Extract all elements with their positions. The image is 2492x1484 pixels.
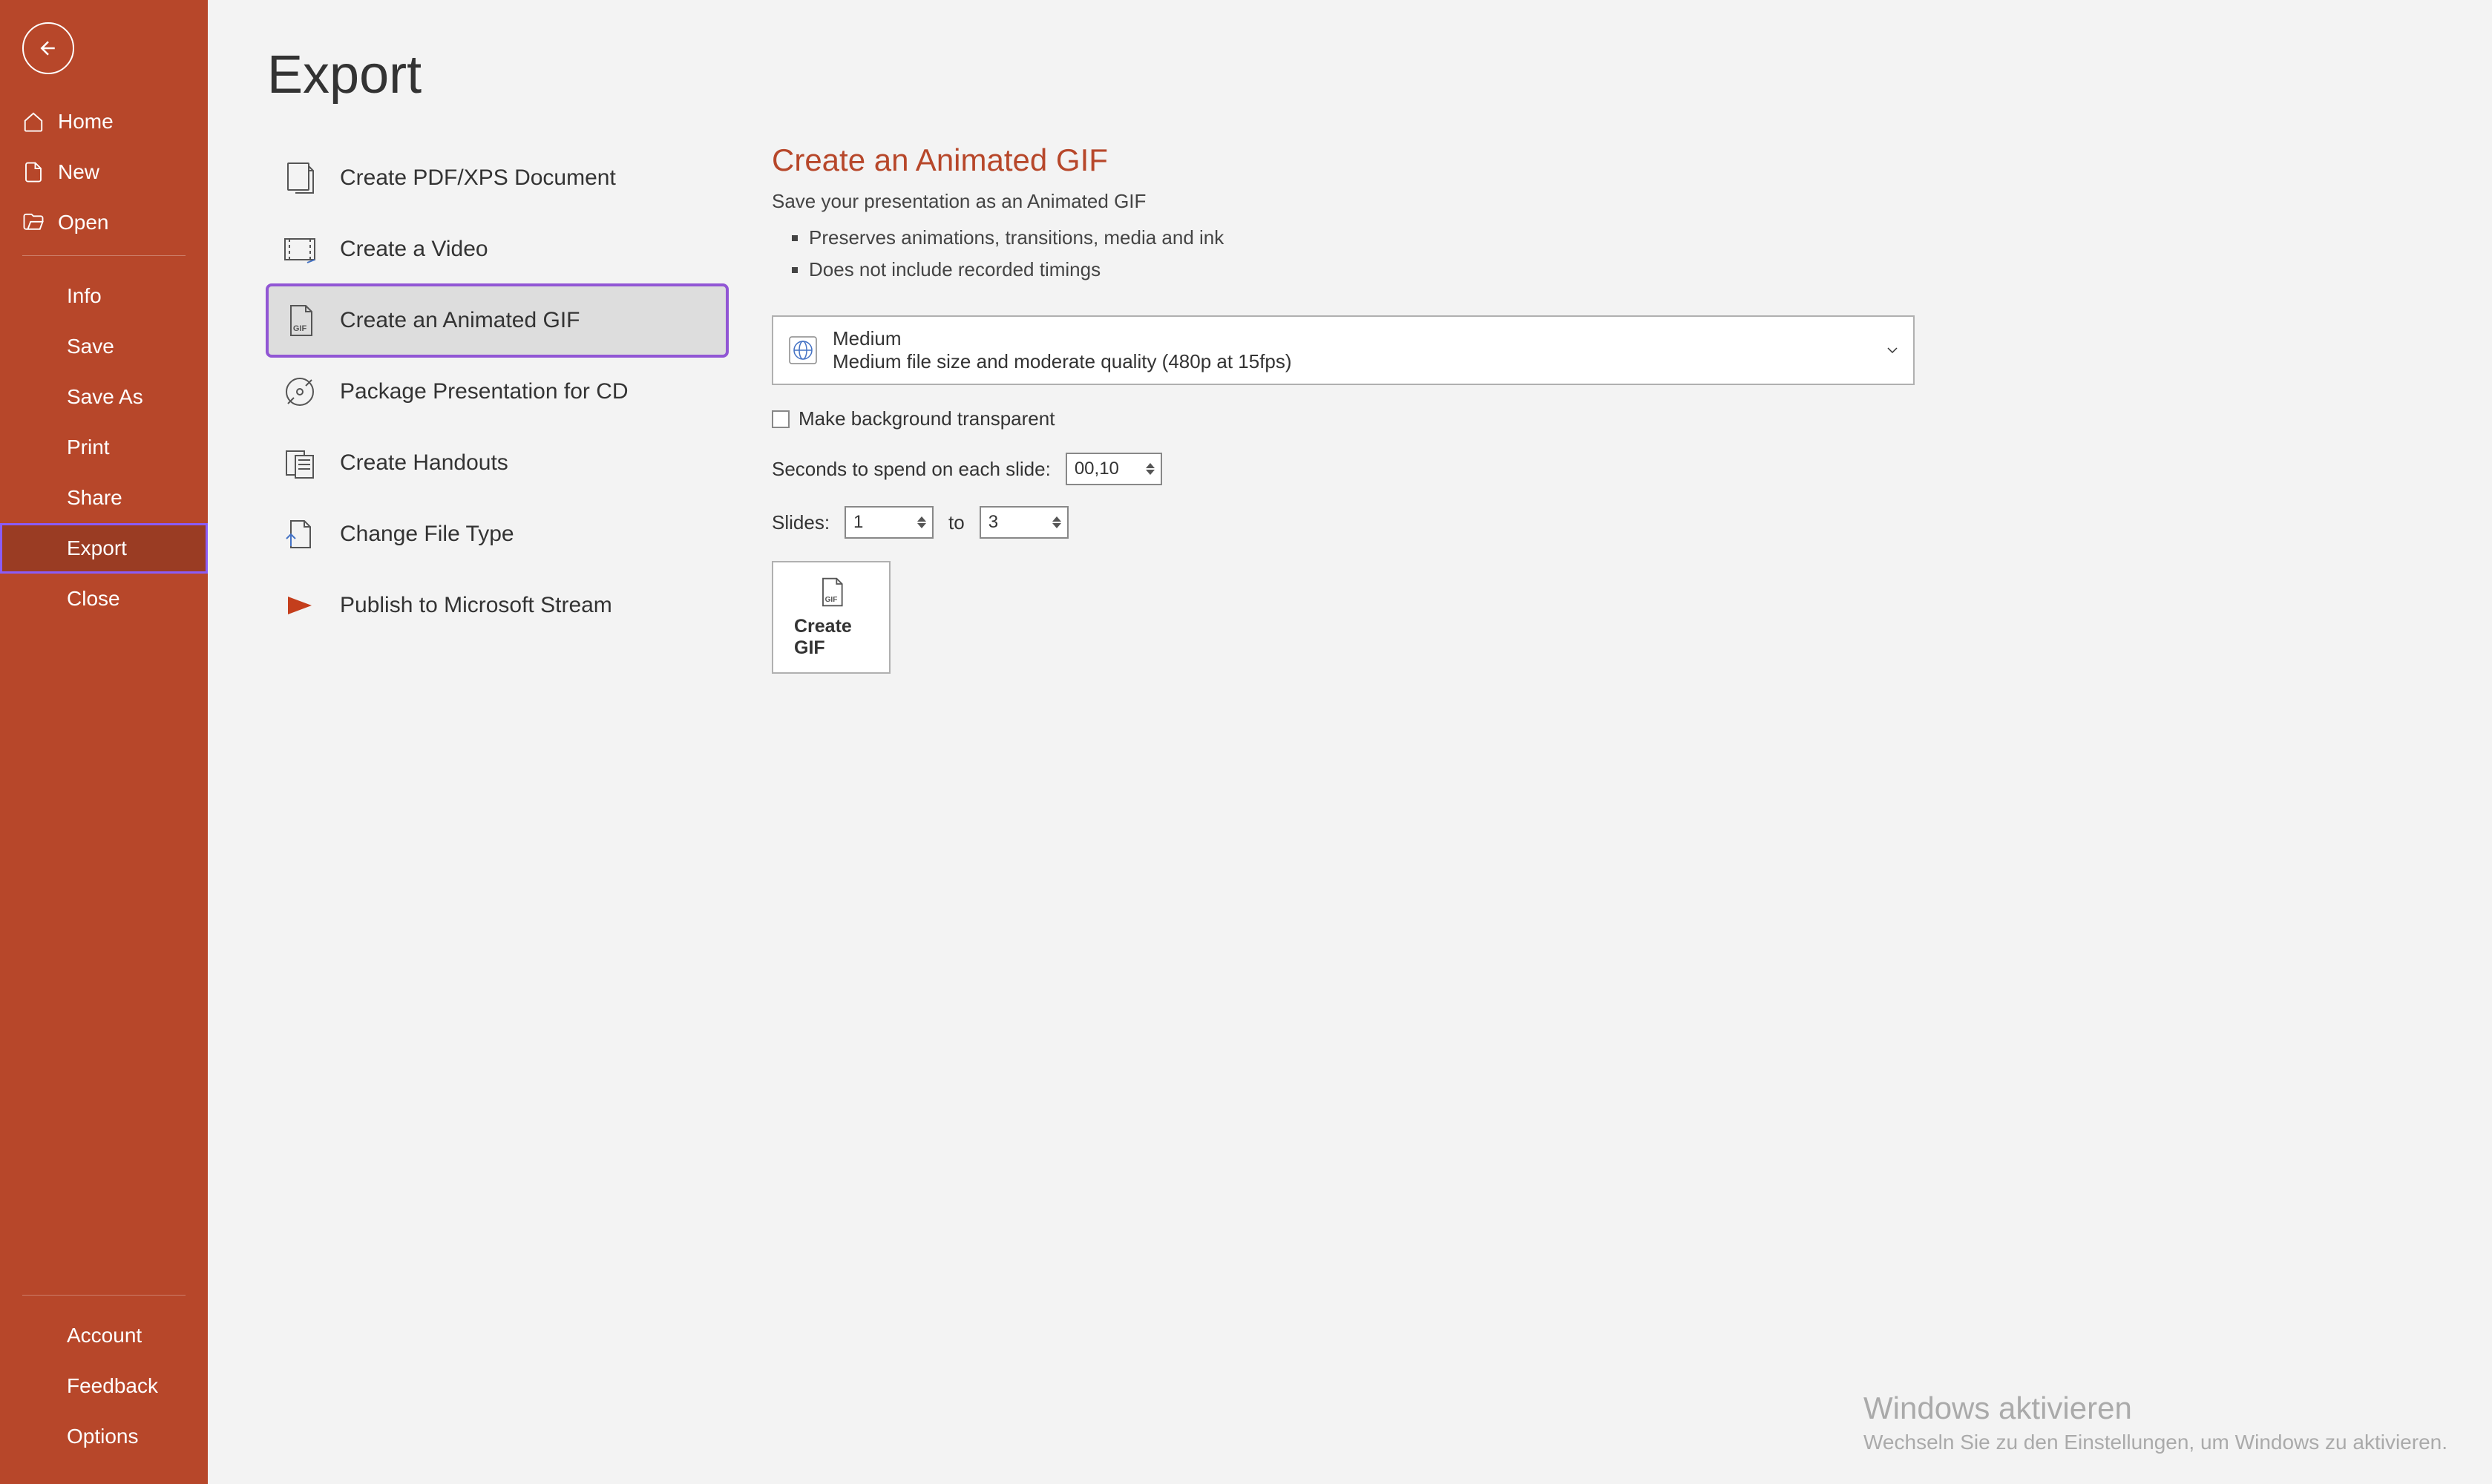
quality-description: Medium file size and moderate quality (4…	[833, 350, 1898, 373]
nav-feedback[interactable]: Feedback	[0, 1361, 208, 1411]
nav-new[interactable]: New	[0, 147, 208, 197]
video-icon	[282, 232, 318, 267]
nav-label: Feedback	[67, 1374, 158, 1398]
gif-file-icon: GIF	[815, 576, 847, 608]
slides-to-label: to	[948, 511, 965, 534]
spinner-up-icon[interactable]	[1146, 463, 1155, 468]
quality-dropdown[interactable]: Medium Medium file size and moderate qua…	[772, 315, 1915, 385]
bullet-item: Preserves animations, transitions, media…	[809, 222, 1915, 254]
windows-activation-watermark: Windows aktivieren Wechseln Sie zu den E…	[1863, 1391, 2447, 1454]
nav-label: Options	[67, 1425, 139, 1448]
option-label: Create Handouts	[340, 450, 508, 476]
nav-open[interactable]: Open	[0, 197, 208, 248]
details-title: Create an Animated GIF	[772, 142, 1915, 178]
export-options-list: Create PDF/XPS Document Create a Video G…	[267, 142, 727, 674]
spinner-down-icon[interactable]	[917, 523, 926, 528]
main-content: Export Create PDF/XPS Document Create a …	[208, 0, 2492, 1484]
option-label: Package Presentation for CD	[340, 379, 629, 404]
create-gif-button[interactable]: GIF Create GIF	[772, 561, 891, 674]
dropdown-arrow-icon	[1886, 347, 1898, 354]
transparent-checkbox-row[interactable]: Make background transparent	[772, 407, 1915, 430]
export-option-video[interactable]: Create a Video	[267, 214, 727, 285]
back-arrow-icon	[37, 37, 59, 59]
nav-share[interactable]: Share	[0, 473, 208, 523]
option-label: Publish to Microsoft Stream	[340, 593, 612, 618]
document-icon	[22, 161, 45, 183]
nav-label: Save As	[67, 385, 143, 409]
details-bullets: Preserves animations, transitions, media…	[809, 222, 1915, 286]
nav-info[interactable]: Info	[0, 271, 208, 321]
bullet-item: Does not include recorded timings	[809, 254, 1915, 286]
checkbox-label: Make background transparent	[799, 407, 1055, 430]
pdf-icon	[282, 160, 318, 196]
option-label: Change File Type	[340, 522, 514, 547]
seconds-label: Seconds to spend on each slide:	[772, 458, 1051, 481]
export-option-publish-stream[interactable]: Publish to Microsoft Stream	[267, 570, 727, 641]
globe-icon	[788, 335, 818, 365]
nav-home[interactable]: Home	[0, 96, 208, 147]
activation-title: Windows aktivieren	[1863, 1391, 2447, 1426]
nav-save-as[interactable]: Save As	[0, 372, 208, 422]
details-subtitle: Save your presentation as an Animated GI…	[772, 190, 1915, 213]
back-button[interactable]	[22, 22, 74, 74]
spinner-down-icon[interactable]	[1146, 470, 1155, 475]
nav-label: Export	[67, 536, 127, 560]
svg-text:GIF: GIF	[825, 596, 838, 604]
transparent-checkbox[interactable]	[772, 410, 790, 428]
gif-icon: GIF	[282, 303, 318, 338]
seconds-per-slide-input[interactable]: 00,10	[1066, 453, 1162, 485]
option-label: Create PDF/XPS Document	[340, 165, 616, 191]
nav-save[interactable]: Save	[0, 321, 208, 372]
folder-open-icon	[22, 211, 45, 234]
divider	[22, 1295, 186, 1296]
export-option-change-file-type[interactable]: Change File Type	[267, 499, 727, 570]
option-label: Create a Video	[340, 237, 488, 262]
nav-label: Home	[58, 110, 114, 134]
export-option-handouts[interactable]: Create Handouts	[267, 427, 727, 499]
home-icon	[22, 111, 45, 133]
svg-text:GIF: GIF	[293, 324, 307, 333]
quality-title: Medium	[833, 327, 1898, 350]
nav-label: Save	[67, 335, 114, 358]
activation-subtitle: Wechseln Sie zu den Einstellungen, um Wi…	[1863, 1431, 2447, 1454]
nav-options[interactable]: Options	[0, 1411, 208, 1462]
nav-label: Info	[67, 284, 102, 308]
nav-label: Print	[67, 436, 110, 459]
divider	[22, 255, 186, 256]
backstage-sidebar: Home New Open Info Save Save As Print Sh…	[0, 0, 208, 1484]
nav-export[interactable]: Export	[0, 523, 208, 574]
file-type-icon	[282, 516, 318, 552]
slides-to-input[interactable]: 3	[980, 506, 1069, 539]
nav-label: Close	[67, 587, 120, 611]
export-option-package-cd[interactable]: Package Presentation for CD	[267, 356, 727, 427]
nav-label: Open	[58, 211, 109, 234]
option-label: Create an Animated GIF	[340, 308, 580, 333]
slides-from-input[interactable]: 1	[845, 506, 934, 539]
cd-package-icon	[282, 374, 318, 410]
nav-label: Account	[67, 1324, 142, 1347]
export-option-pdf-xps[interactable]: Create PDF/XPS Document	[267, 142, 727, 214]
page-title: Export	[267, 45, 2492, 105]
nav-label: New	[58, 160, 99, 184]
nav-label: Share	[67, 486, 122, 510]
spinner-up-icon[interactable]	[1052, 516, 1061, 522]
nav-account[interactable]: Account	[0, 1310, 208, 1361]
nav-close[interactable]: Close	[0, 574, 208, 624]
create-button-label: Create GIF	[794, 616, 868, 659]
export-details-panel: Create an Animated GIF Save your present…	[772, 142, 1915, 674]
export-option-animated-gif[interactable]: GIF Create an Animated GIF	[267, 285, 727, 356]
handouts-icon	[282, 445, 318, 481]
nav-print[interactable]: Print	[0, 422, 208, 473]
stream-icon	[282, 588, 318, 623]
slides-label: Slides:	[772, 511, 830, 534]
spinner-up-icon[interactable]	[917, 516, 926, 522]
spinner-down-icon[interactable]	[1052, 523, 1061, 528]
